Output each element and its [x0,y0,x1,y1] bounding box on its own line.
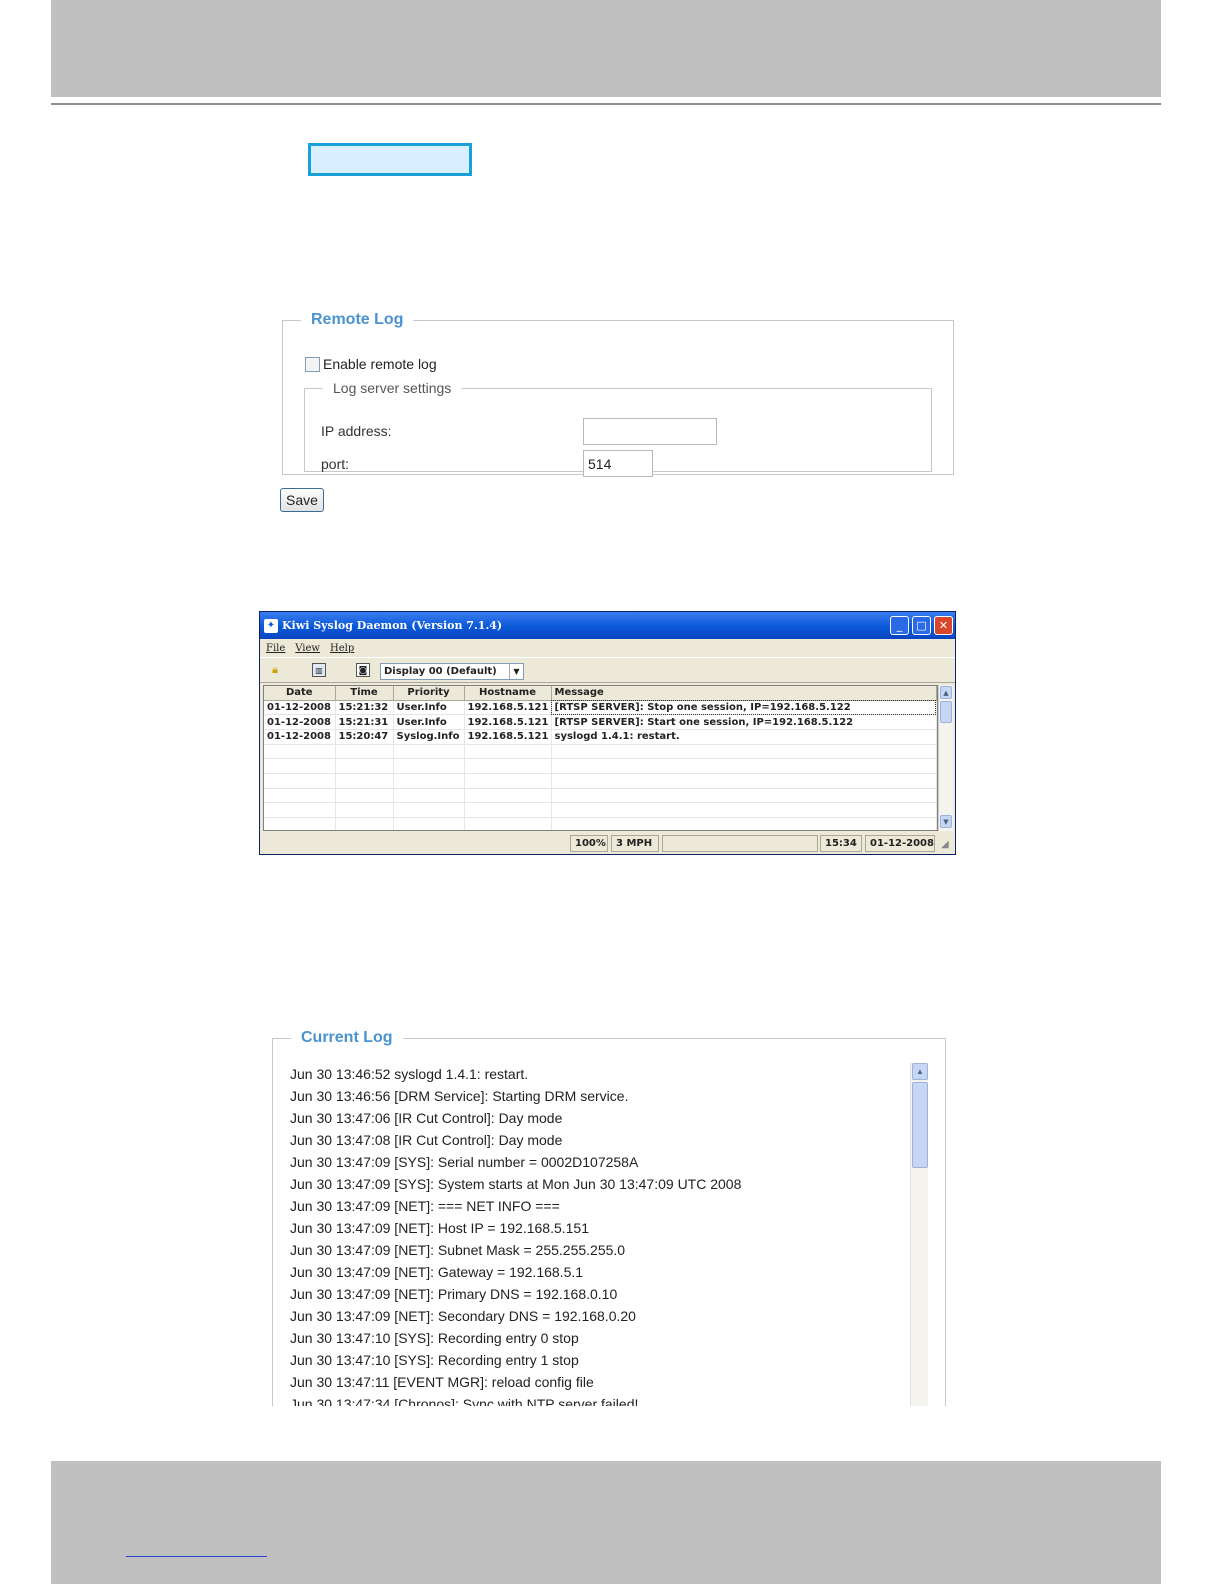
cell-message: [RTSP SERVER]: Start one session, IP=192… [551,714,937,730]
close-icon[interactable]: ✕ [934,616,953,635]
column-header-hostname[interactable]: Hostname [464,686,552,701]
log-line: Jun 30 13:47:09 [NET]: Host IP = 192.168… [290,1220,590,1236]
page-footer [51,1461,1161,1584]
log-line: Jun 30 13:46:52 syslogd 1.4.1: restart. [290,1066,529,1082]
kiwi-log-table: Date Time Priority Hostname Message 01-1… [263,685,938,831]
remote-log-legend: Remote Log [311,311,404,328]
menu-help[interactable]: Help [330,643,354,654]
scroll-up-icon[interactable]: ▲ [912,1063,928,1080]
menu-view[interactable]: View [295,643,320,654]
status-time: 15:34 [820,835,862,852]
log-line: Jun 30 13:47:10 [SYS]: Recording entry 0… [290,1330,579,1346]
log-line: Jun 30 13:47:09 [NET]: Secondary DNS = 1… [290,1308,636,1324]
highlight-tab[interactable] [308,143,472,176]
chart-icon[interactable]: ▥ [312,663,326,677]
kiwi-vertical-scrollbar[interactable]: ▲ ▼ [938,685,953,831]
table-row[interactable]: 01-12-2008 15:21:32 User.Info 192.168.5.… [264,700,937,716]
status-date: 01-12-2008 [865,835,935,852]
empty-row [264,788,937,804]
kiwi-syslog-window: ✦ Kiwi Syslog Daemon (Version 7.1.4) _ □… [259,611,956,855]
table-header-row: Date Time Priority Hostname Message [264,686,937,701]
log-line: Jun 30 13:47:09 [NET]: === NET INFO === [290,1198,560,1214]
kiwi-window-title: Kiwi Syslog Daemon (Version 7.1.4) [282,619,503,632]
header-rule [51,103,1161,105]
ip-address-input[interactable] [583,418,717,445]
enable-remote-log-label: Enable remote log [323,356,437,372]
scroll-thumb[interactable] [940,701,952,723]
display-select-value: Display 00 (Default) [384,666,497,677]
chevron-down-icon[interactable]: ▼ [509,664,523,679]
log-line: Jun 30 13:47:09 [NET]: Gateway = 192.168… [290,1264,584,1280]
current-log-list: Jun 30 13:46:52 syslogd 1.4.1: restart. … [290,1063,741,1415]
kiwi-statusbar: 100% 3 MPH 15:34 01-12-2008 ◢ [260,833,955,854]
log-line: Jun 30 13:47:09 [NET]: Primary DNS = 192… [290,1286,618,1302]
cell-hostname: 192.168.5.121 [464,729,552,745]
column-header-message[interactable]: Message [551,686,937,701]
kiwi-titlebar[interactable]: ✦ Kiwi Syslog Daemon (Version 7.1.4) _ □… [260,612,955,639]
cell-message: [RTSP SERVER]: Stop one session, IP=192.… [551,700,937,716]
cell-time: 15:21:32 [335,700,394,716]
menu-file[interactable]: File [266,643,285,654]
scroll-down-icon[interactable]: ▼ [940,815,952,828]
save-button[interactable]: Save [280,488,324,512]
log-line: Jun 30 13:47:10 [SYS]: Recording entry 1… [290,1352,579,1368]
footer-link[interactable] [126,1556,267,1557]
status-zoom: 100% [570,835,608,852]
empty-row [264,773,937,789]
crop-edge [0,1406,1224,1461]
cell-priority: Syslog.Info [393,729,465,745]
scroll-up-icon[interactable]: ▲ [940,686,952,699]
log-line: Jun 30 13:46:56 [DRM Service]: Starting … [290,1088,629,1104]
log-line: Jun 30 13:47:06 [IR Cut Control]: Day mo… [290,1110,563,1126]
empty-row [264,802,937,818]
cell-time: 15:20:47 [335,729,394,745]
display-select[interactable]: Display 00 (Default) ▼ [380,663,524,680]
page-header [51,0,1161,97]
ip-address-label: IP address: [321,423,392,439]
status-blank [662,835,818,852]
kiwi-toolbar: 🔒︎ ▥ ◙ Display 00 (Default) ▼ [260,657,955,683]
cell-date: 01-12-2008 [264,700,336,716]
cell-hostname: 192.168.5.121 [464,700,552,716]
log-line: Jun 30 13:47:09 [SYS]: Serial number = 0… [290,1154,639,1170]
minimize-icon[interactable]: _ [890,616,909,635]
log-server-settings-legend: Log server settings [333,380,452,396]
lock-icon[interactable]: 🔒︎ [268,663,282,677]
column-header-priority[interactable]: Priority [393,686,465,701]
log-line: Jun 30 13:47:09 [NET]: Subnet Mask = 255… [290,1242,626,1258]
empty-row [264,744,937,760]
remote-log-panel: Remote Log Enable remote log Log server … [282,311,954,477]
current-log-panel: Current Log Jun 30 13:46:52 syslogd 1.4.… [272,1029,946,1429]
table-row[interactable]: 01-12-2008 15:21:31 User.Info 192.168.5.… [264,714,937,730]
port-label: port: [321,456,350,472]
cell-priority: User.Info [393,700,465,716]
kiwi-menubar: File View Help [260,639,955,657]
current-log-scrollbar[interactable]: ▲ [910,1063,928,1423]
column-header-date[interactable]: Date [264,686,336,701]
cell-priority: User.Info [393,714,465,730]
enable-remote-log-checkbox[interactable] [305,356,320,372]
column-header-time[interactable]: Time [335,686,394,701]
cell-date: 01-12-2008 [264,714,336,730]
log-server-settings: Log server settings IP address: port: [304,380,932,477]
enable-remote-log-row[interactable]: Enable remote log [305,356,437,372]
resize-grip-icon[interactable]: ◢ [941,839,949,850]
current-log-legend: Current Log [301,1029,393,1046]
empty-row [264,758,937,774]
log-line: Jun 30 13:47:09 [SYS]: System starts at … [290,1176,742,1192]
cell-date: 01-12-2008 [264,729,336,745]
cell-time: 15:21:31 [335,714,394,730]
kiwi-app-icon: ✦ [264,618,278,633]
log-line: Jun 30 13:47:08 [IR Cut Control]: Day mo… [290,1132,563,1148]
port-input[interactable] [583,450,653,477]
display-icon[interactable]: ◙ [356,663,370,677]
log-line: Jun 30 13:47:11 [EVENT MGR]: reload conf… [290,1374,594,1390]
table-row[interactable]: 01-12-2008 15:20:47 Syslog.Info 192.168.… [264,729,937,745]
scroll-thumb[interactable] [912,1082,928,1168]
maximize-icon[interactable]: □ [912,616,931,635]
status-rate: 3 MPH [611,835,659,852]
cell-hostname: 192.168.5.121 [464,714,552,730]
empty-row [264,817,937,830]
cell-message: syslogd 1.4.1: restart. [551,729,937,745]
